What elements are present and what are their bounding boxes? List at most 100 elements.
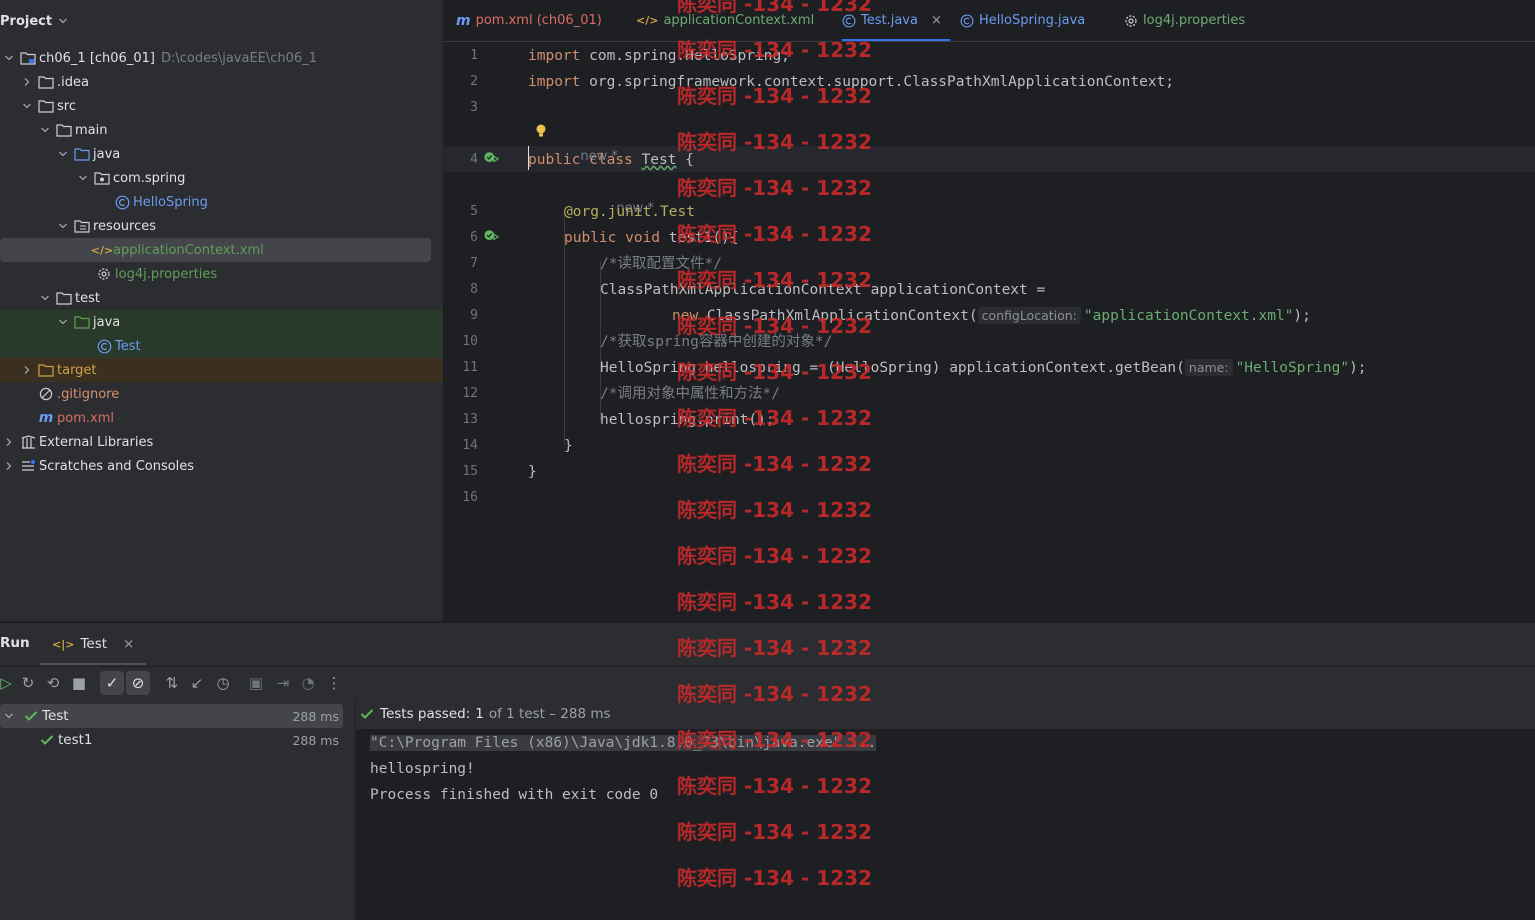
run-test-icon[interactable] — [484, 150, 500, 166]
more-options-icon[interactable]: ⋮ — [322, 671, 346, 695]
tree-item-target[interactable]: target — [0, 358, 443, 382]
test-tree-row[interactable]: test1 288 ms — [0, 728, 343, 752]
editor[interactable]: m pom.xml (ch06_01) </> applicationConte… — [444, 0, 1535, 621]
tree-item-label: pom.xml — [57, 410, 114, 426]
line-number: 1 — [470, 48, 478, 63]
chevron-down-icon[interactable] — [38, 291, 52, 305]
watermark-text: 陈奕同 -134 - 1232 — [677, 820, 872, 844]
chevron-down-icon[interactable] — [2, 51, 16, 65]
project-header[interactable]: Project — [0, 8, 68, 34]
chevron-down-icon[interactable] — [38, 123, 52, 137]
watermark-text: 陈奕同 -134 - 1232 — [677, 406, 872, 430]
tree-item-label: main — [75, 122, 108, 138]
run-test-icon[interactable] — [484, 228, 500, 244]
run-tab-test[interactable]: <|> Test × — [40, 623, 147, 665]
stop-icon[interactable]: ■ — [67, 671, 91, 695]
line-number: 13 — [462, 412, 478, 427]
tree-item-label: test — [75, 290, 100, 306]
close-icon[interactable]: × — [931, 13, 942, 28]
tree-item-scratches[interactable]: Scratches and Consoles — [0, 454, 445, 478]
camera-icon[interactable]: ▣ — [244, 671, 268, 695]
excluded-folder-icon — [38, 362, 54, 378]
chevron-right-icon[interactable] — [20, 75, 34, 89]
gauge-icon[interactable]: ◔ — [296, 671, 320, 695]
watermark-text: 陈奕同 -134 - 1232 — [677, 130, 872, 154]
export-icon[interactable]: ⇥ — [271, 671, 295, 695]
tree-item-java-main[interactable]: java — [0, 142, 499, 166]
code-line-15: } — [528, 464, 537, 480]
lightbulb-icon[interactable] — [535, 124, 547, 138]
tree-item-gitignore[interactable]: .gitignore — [0, 382, 481, 406]
folder-icon — [56, 290, 72, 306]
project-title: Project — [0, 13, 53, 29]
check-icon — [24, 711, 38, 721]
test-results-tree: Test 288 ms test1 288 ms — [0, 699, 356, 920]
run-tab-label: Test — [80, 636, 108, 652]
line-number: 15 — [462, 464, 478, 479]
gear-icon — [1125, 14, 1137, 27]
sort-icon[interactable]: ⇅ — [160, 671, 184, 695]
chevron-down-icon — [59, 18, 68, 24]
line-number: 16 — [462, 490, 478, 505]
watermark-text: 陈奕同 -134 - 1232 — [677, 544, 872, 568]
tab-pom-xml[interactable]: m pom.xml (ch06_01) — [456, 0, 602, 41]
test-tree-row[interactable]: Test 288 ms — [0, 704, 343, 728]
tree-item-applicationcontext-xml[interactable]: </> applicationContext.xml — [0, 238, 431, 262]
chevron-down-icon[interactable] — [56, 315, 70, 329]
tree-item-java-test[interactable]: java — [0, 310, 443, 334]
tab-label: log4j.properties — [1143, 13, 1246, 28]
chevron-right-icon[interactable] — [2, 435, 16, 449]
watermark-text: 陈奕同 -134 - 1232 — [677, 636, 872, 660]
console-output-line: Process finished with exit code 0 — [370, 787, 659, 803]
tree-item-main[interactable]: main — [0, 118, 481, 142]
tab-hellospring-java[interactable]: HelloSpring.java — [960, 0, 1085, 41]
line-number: 11 — [462, 360, 478, 375]
tree-item-label: java — [93, 314, 121, 330]
tab-label: HelloSpring.java — [979, 13, 1086, 28]
code-line-4: public class Test { — [528, 152, 694, 168]
tree-item-ch06-1[interactable]: ch06_1 [ch06_01] D:\codes\javaEE\ch06_1 — [0, 46, 445, 70]
console[interactable]: Tests passed: 1 of 1 test – 288 ms "C:\P… — [356, 699, 1535, 920]
test-duration: 288 ms — [292, 732, 339, 748]
tree-item-src[interactable]: src — [0, 94, 463, 118]
chevron-down-icon[interactable] — [76, 171, 90, 185]
tree-item-label: log4j.properties — [115, 266, 218, 282]
tree-item-test-class[interactable]: Test — [0, 334, 443, 358]
chevron-right-icon[interactable] — [2, 459, 16, 473]
chevron-down-icon[interactable] — [56, 219, 70, 233]
watermark-text: 陈奕同 -134 - 1232 — [677, 314, 872, 338]
tree-item-idea[interactable]: .idea — [0, 70, 463, 94]
toggle-auto-test-icon[interactable]: ⟲ — [41, 671, 65, 695]
tree-item-external-libraries[interactable]: External Libraries — [0, 430, 445, 454]
chevron-down-icon[interactable] — [4, 711, 14, 721]
source-folder-icon — [74, 146, 90, 162]
line-number: 10 — [462, 334, 478, 349]
collapse-icon[interactable]: ↙ — [185, 671, 209, 695]
usage-hint[interactable]: new * — [564, 175, 654, 216]
tree-item-pom-xml[interactable]: m pom.xml — [0, 406, 481, 430]
tests-passed-label: Tests passed: — [380, 706, 471, 722]
tree-item-test[interactable]: test — [0, 286, 481, 310]
tree-item-label: target — [57, 362, 97, 378]
line-number: 5 — [470, 204, 478, 219]
tab-log4j-properties[interactable]: log4j.properties — [1124, 0, 1245, 41]
rerun-failed-icon[interactable]: ↻ — [16, 671, 40, 695]
tree-item-label: src — [57, 98, 76, 114]
project-panel: Project ch06_1 [ch06_01] D:\codes\javaEE… — [0, 0, 444, 621]
maven-icon: m — [38, 410, 54, 426]
close-icon[interactable]: × — [123, 636, 134, 652]
tree-item-label: HelloSpring — [133, 194, 208, 210]
line-number: 2 — [470, 74, 478, 89]
tree-item-label: .idea — [57, 74, 89, 90]
tree-item-resources[interactable]: resources — [0, 214, 499, 238]
tree-item-com-spring[interactable]: com.spring — [0, 166, 519, 190]
show-ignored-icon[interactable]: ⊘ — [126, 671, 150, 695]
show-passed-icon[interactable]: ✓ — [100, 671, 124, 695]
library-icon — [20, 434, 36, 450]
tree-item-label: resources — [93, 218, 157, 234]
chevron-down-icon[interactable] — [56, 147, 70, 161]
watermark-text: 陈奕同 -134 - 1232 — [677, 360, 872, 384]
chevron-right-icon[interactable] — [20, 363, 34, 377]
chevron-down-icon[interactable] — [20, 99, 34, 113]
history-icon[interactable]: ◷ — [211, 671, 235, 695]
